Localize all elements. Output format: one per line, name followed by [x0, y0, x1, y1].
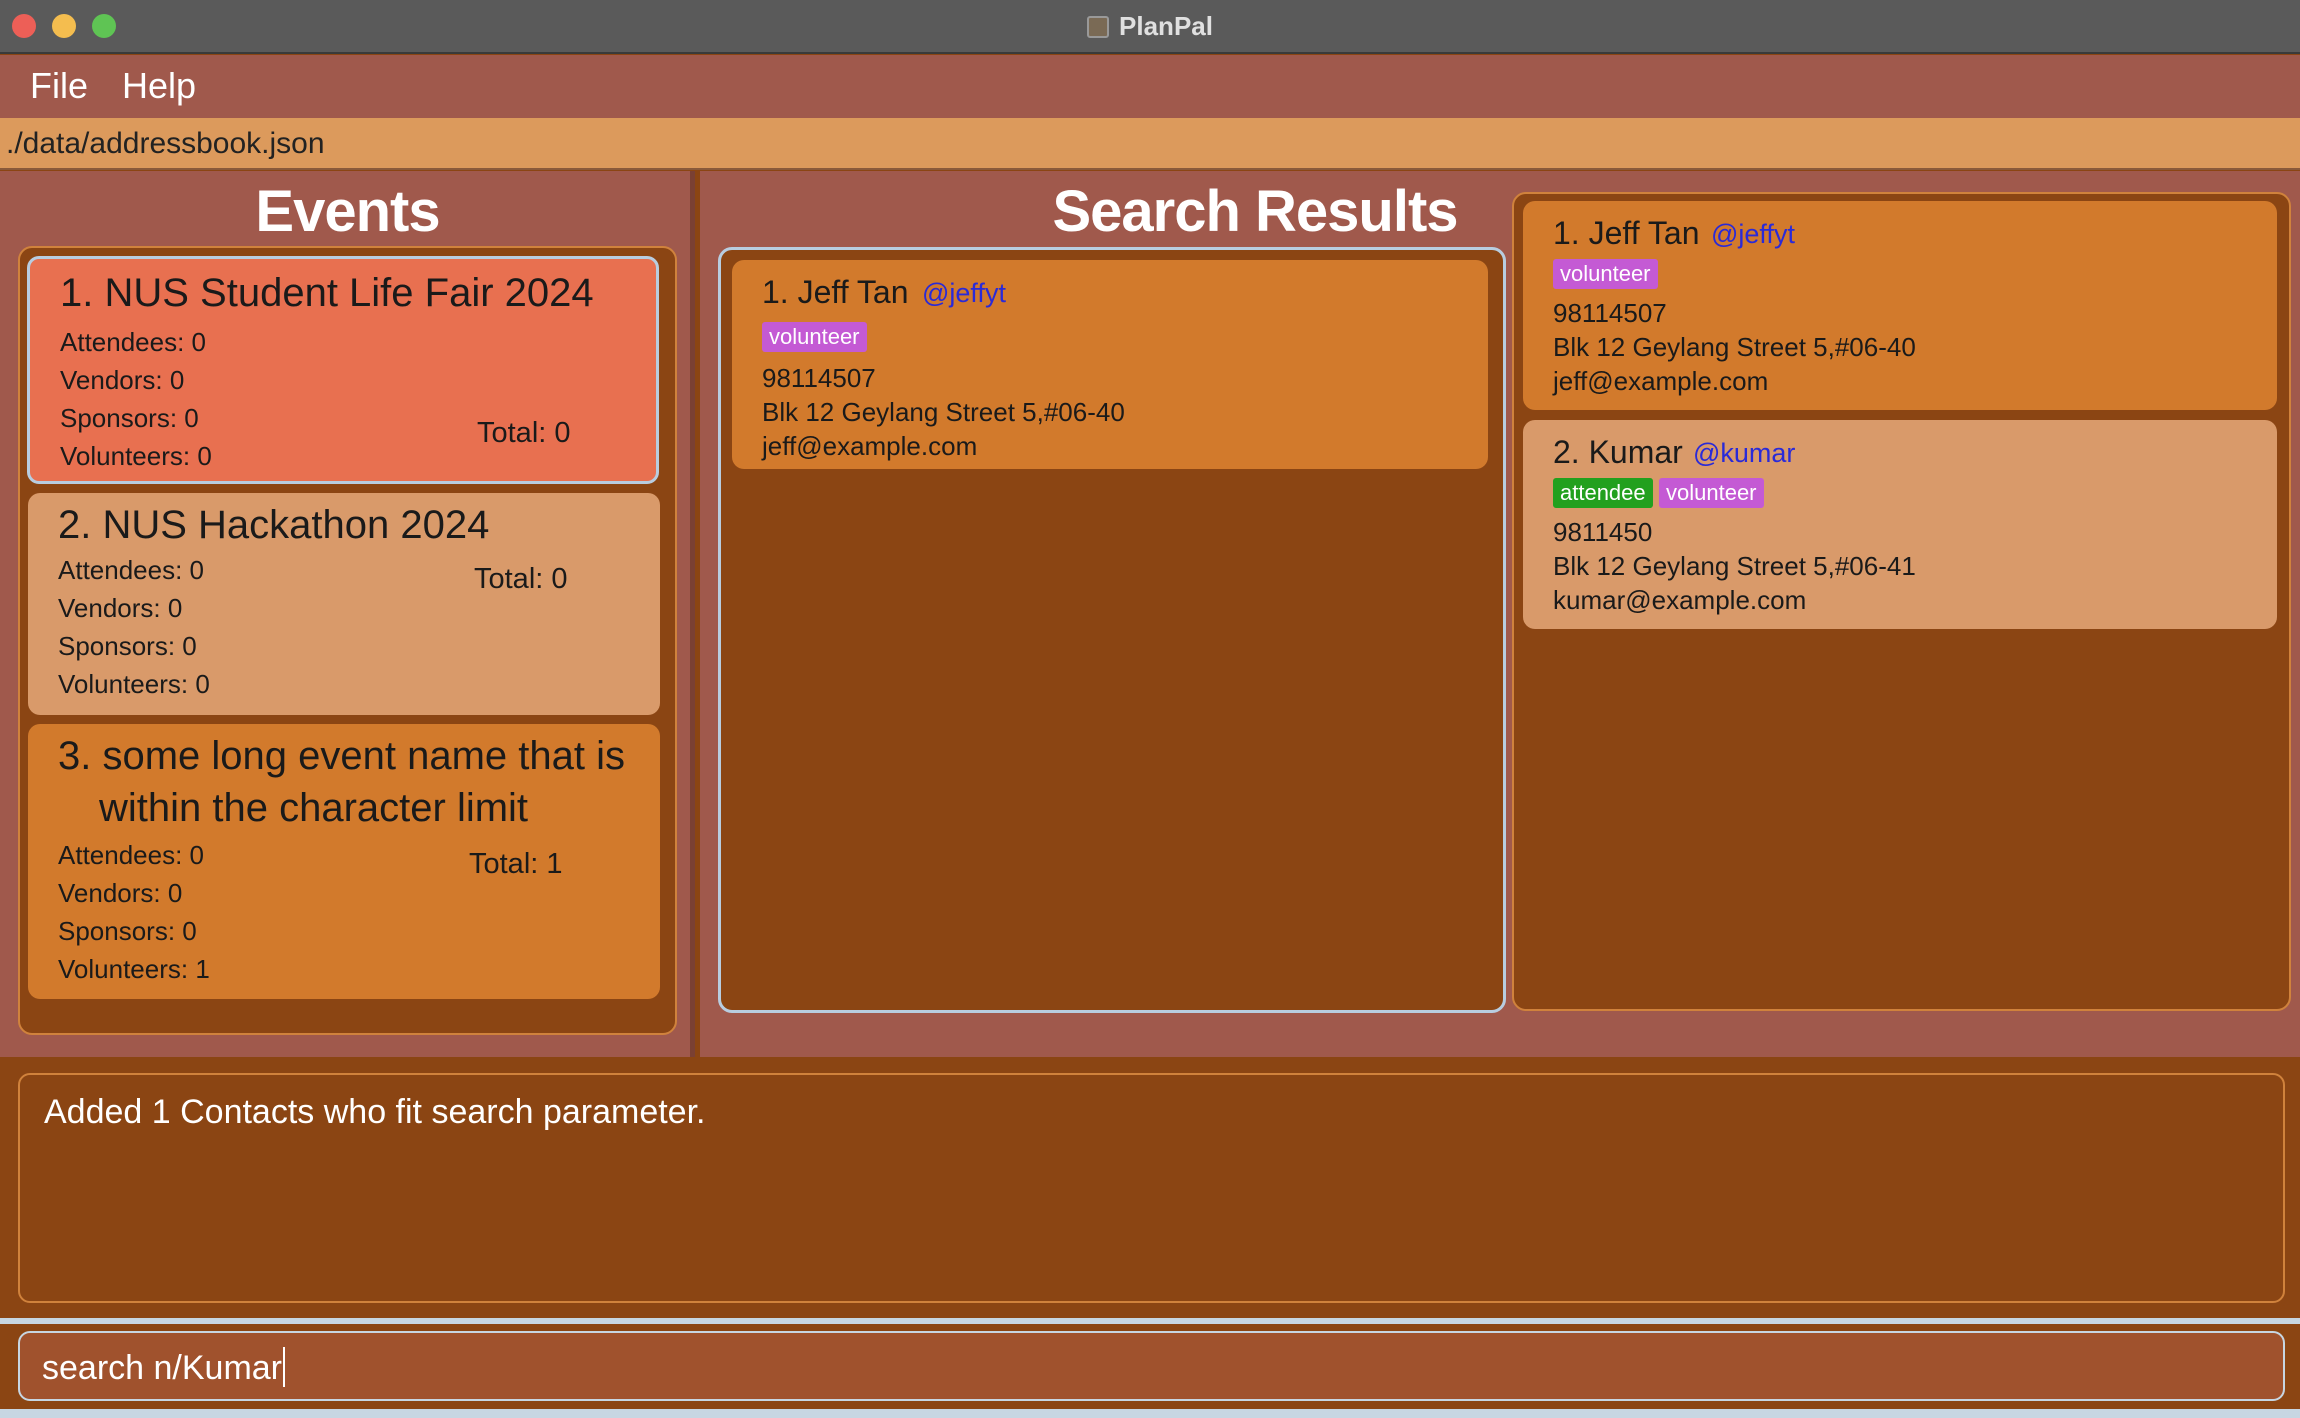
event-attendees: Attendees: 0: [60, 327, 206, 357]
event-card-1[interactable]: 1. NUS Student Life Fair 2024 Attendees:…: [27, 256, 659, 484]
search-result-card-1[interactable]: 1. Jeff Tan @jeffyt volunteer 98114507 B…: [732, 260, 1488, 469]
event-name-continued: within the character limit: [99, 786, 529, 830]
event-volunteers: Volunteers: 0: [58, 669, 210, 699]
event-name: 3. some long event name that is: [58, 734, 625, 778]
menu-file[interactable]: File: [24, 63, 94, 109]
window-title-text: PlanPal: [1119, 11, 1213, 41]
contact-address: Blk 12 Geylang Street 5,#06-41: [1553, 551, 1916, 581]
event-card-3[interactable]: 3. some long event name that is within t…: [28, 724, 660, 999]
contacts-area: Search Results 1. Jeff Tan @jeffyt volun…: [700, 171, 2300, 1057]
events-title: Events: [255, 179, 440, 244]
contact-address: Blk 12 Geylang Street 5,#06-40: [1553, 332, 1916, 362]
contact-name: 1. Jeff Tan: [762, 274, 909, 310]
contact-name: 1. Jeff Tan: [1553, 215, 1700, 251]
window-title: PlanPal: [0, 0, 2300, 52]
command-input[interactable]: search n/Kumar: [42, 1333, 285, 1399]
event-attendees: Attendees: 0: [58, 555, 204, 585]
event-total: Total: 1: [469, 848, 563, 880]
contact-phone: 98114507: [762, 363, 876, 393]
contact-phone: 98114507: [1553, 298, 1667, 328]
contact-handle: @kumar: [1693, 438, 1796, 468]
event-vendors: Vendors: 0: [60, 365, 185, 395]
contact-card-2[interactable]: 2. Kumar @kumar attendee volunteer 98114…: [1523, 420, 2277, 629]
contact-name: 2. Kumar: [1553, 434, 1683, 470]
tag-volunteer: volunteer: [1659, 478, 1764, 508]
event-total: Total: 0: [477, 417, 571, 449]
text-caret: [283, 1347, 285, 1387]
command-text: search n/Kumar: [42, 1349, 282, 1387]
event-vendors: Vendors: 0: [58, 878, 183, 908]
contact-phone: 9811450: [1553, 517, 1653, 547]
menu-bar: File Help: [0, 55, 2300, 118]
bottom-strip: [0, 1409, 2300, 1418]
event-total: Total: 0: [474, 563, 568, 595]
event-vendors: Vendors: 0: [58, 593, 183, 623]
contact-card-1[interactable]: 1. Jeff Tan @jeffyt volunteer 98114507 B…: [1523, 201, 2277, 410]
contact-email: kumar@example.com: [1553, 585, 1807, 615]
file-path-bar: ./data/addressbook.json: [0, 118, 2300, 170]
event-name: 1. NUS Student Life Fair 2024: [60, 271, 594, 315]
result-message: Added 1 Contacts who fit search paramete…: [44, 1093, 706, 1131]
contact-email: jeff@example.com: [762, 431, 978, 461]
tag-attendee: attendee: [1553, 478, 1653, 508]
result-display: Added 1 Contacts who fit search paramete…: [18, 1073, 2285, 1303]
event-volunteers: Volunteers: 0: [60, 441, 212, 471]
event-sponsors: Sponsors: 0: [58, 916, 197, 946]
events-panel: Events 1. NUS Student Life Fair 2024 Att…: [0, 171, 695, 1057]
contact-address: Blk 12 Geylang Street 5,#06-40: [762, 397, 1125, 427]
tag-volunteer: volunteer: [1553, 259, 1658, 289]
tag-volunteer: volunteer: [762, 322, 867, 352]
menu-help[interactable]: Help: [116, 63, 202, 109]
contact-email: jeff@example.com: [1553, 366, 1769, 396]
event-sponsors: Sponsors: 0: [58, 631, 197, 661]
contact-handle: @jeffyt: [922, 278, 1006, 308]
event-name: 2. NUS Hackathon 2024: [58, 503, 490, 547]
app-icon: [1087, 16, 1110, 38]
command-box[interactable]: search n/Kumar: [18, 1331, 2285, 1401]
event-card-2[interactable]: 2. NUS Hackathon 2024 Attendees: 0 Vendo…: [28, 493, 660, 715]
event-attendees: Attendees: 0: [58, 840, 204, 870]
event-sponsors: Sponsors: 0: [60, 403, 199, 433]
event-volunteers: Volunteers: 1: [58, 954, 210, 984]
divider: [0, 1318, 2300, 1324]
contact-handle: @jeffyt: [1711, 219, 1795, 249]
title-bar: PlanPal: [0, 0, 2300, 54]
